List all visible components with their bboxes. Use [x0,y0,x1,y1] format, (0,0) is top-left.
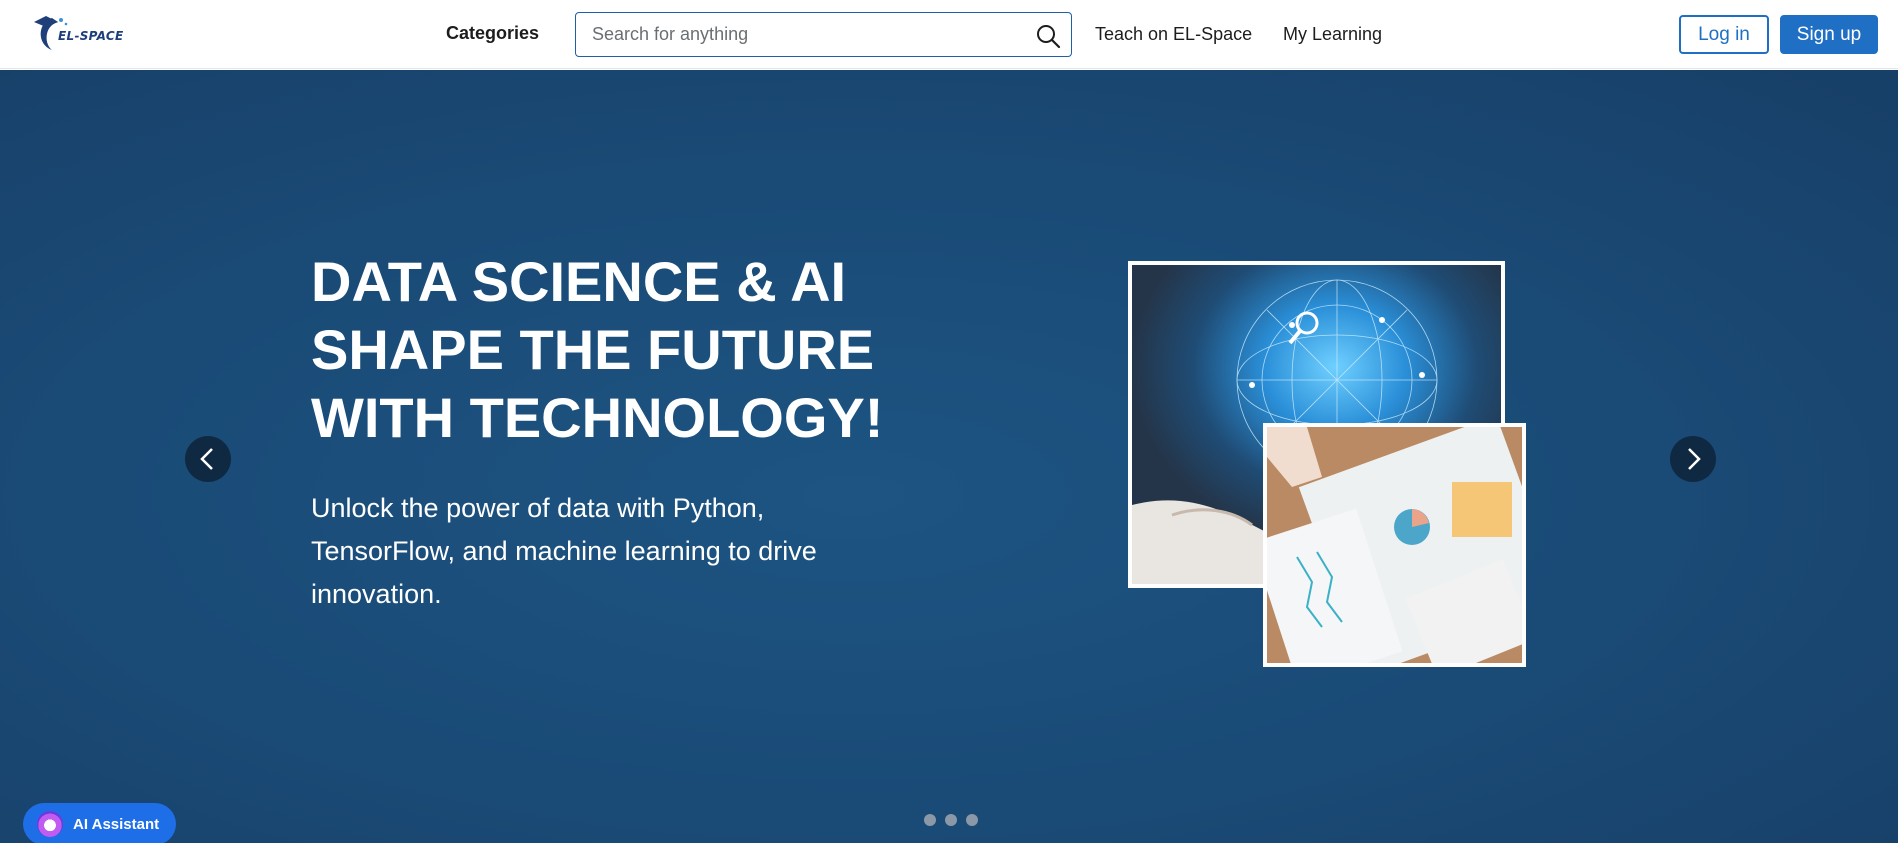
hero-image-charts [1263,423,1526,667]
teach-link[interactable]: Teach on EL-Space [1095,24,1252,45]
ai-assistant-label: AI Assistant [73,815,160,833]
search-icon[interactable] [1035,23,1061,49]
my-learning-link[interactable]: My Learning [1283,24,1382,45]
signup-button[interactable]: Sign up [1780,15,1878,54]
carousel-dot[interactable] [966,814,978,826]
carousel-next-button[interactable] [1670,436,1716,482]
hero-title-line: WITH TECHNOLOGY! [311,386,884,449]
logo[interactable]: EL-SPACE [30,8,130,60]
carousel-dot[interactable] [924,814,936,826]
chevron-right-icon [1688,448,1701,470]
search-box [575,12,1072,57]
ai-assistant-button[interactable]: AI Assistant [23,803,176,843]
hero-subtitle: Unlock the power of data with Python, Te… [311,493,817,609]
carousel-dot[interactable] [945,814,957,826]
ai-assistant-icon [37,811,63,837]
hero-title: DATA SCIENCE & AI SHAPE THE FUTURE WITH … [311,248,961,452]
carousel-indicators [924,814,978,826]
logo-text: EL-SPACE [58,29,124,43]
chevron-left-icon [200,448,213,470]
search-input[interactable] [592,13,1032,56]
site-header: EL-SPACE Categories Teach on EL-Space My… [0,0,1898,69]
hero-carousel: DATA SCIENCE & AI SHAPE THE FUTURE WITH … [0,70,1898,843]
categories-menu[interactable]: Categories [446,23,539,44]
carousel-prev-button[interactable] [185,436,231,482]
login-button[interactable]: Log in [1679,15,1769,54]
hero-title-line: SHAPE THE FUTURE [311,318,875,381]
hero-title-line: DATA SCIENCE & AI [311,250,847,313]
